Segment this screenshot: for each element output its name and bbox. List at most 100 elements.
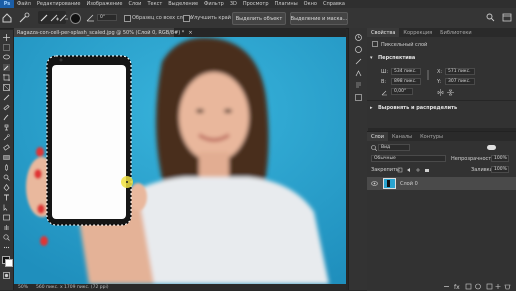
- zoom-tool-icon[interactable]: [3, 234, 10, 241]
- menu-help[interactable]: Справка: [320, 1, 348, 7]
- brush-size-icon[interactable]: [70, 13, 81, 24]
- link-icon[interactable]: [425, 70, 431, 80]
- select-and-mask-button[interactable]: Выделение и маска...: [290, 12, 348, 25]
- brush-settings-icon[interactable]: [355, 58, 362, 65]
- angle-icon: [86, 14, 94, 22]
- menu-image[interactable]: Изображение: [83, 1, 125, 7]
- enhance-edge-label: Улучшить край: [191, 15, 231, 21]
- transform-section-chevron-icon[interactable]: ▾: [370, 55, 373, 61]
- select-subject-button[interactable]: Выделить объект: [232, 12, 286, 25]
- workspace-icon[interactable]: [502, 13, 512, 22]
- width-input[interactable]: 534 пикс.: [391, 68, 421, 75]
- path-selection-tool-icon[interactable]: [3, 204, 10, 211]
- properties-tabs: Свойства Коррекция Библиотеки: [367, 28, 516, 37]
- layer-row[interactable]: Слой 0: [367, 177, 516, 190]
- y-label: Y:: [437, 79, 442, 85]
- more-tools-icon[interactable]: [3, 244, 10, 251]
- layer-type-label: Пиксельный слой: [381, 42, 428, 48]
- divider: [367, 100, 516, 101]
- home-icon[interactable]: [2, 13, 12, 23]
- hand-tool-icon[interactable]: [3, 224, 10, 231]
- status-bar: 50% 560 пикс. x 1709 пикс. (72 ppi): [14, 284, 346, 290]
- layer-actions-bar: fx: [444, 283, 511, 290]
- align-section-chevron-icon[interactable]: ▸: [370, 105, 373, 111]
- y-input[interactable]: 307 пикс.: [445, 78, 475, 85]
- visibility-eye-icon[interactable]: [371, 181, 378, 186]
- menu-window[interactable]: Окно: [301, 1, 320, 7]
- document-canvas[interactable]: [14, 37, 346, 284]
- flip-vertical-icon[interactable]: [447, 89, 454, 96]
- flip-horizontal-icon[interactable]: [437, 89, 444, 96]
- type-tool-icon[interactable]: [3, 194, 10, 201]
- gradient-tool-icon[interactable]: [3, 154, 10, 161]
- menu-3d[interactable]: 3D: [227, 1, 240, 7]
- opacity-input[interactable]: 100%: [491, 155, 509, 162]
- zoom-level[interactable]: 50%: [18, 285, 28, 290]
- tab-layers[interactable]: Слои: [367, 132, 388, 141]
- angle-input[interactable]: 0°: [97, 14, 117, 21]
- glyphs-icon[interactable]: [355, 94, 362, 101]
- lasso-tool-icon[interactable]: [3, 54, 10, 61]
- photoshop-logo[interactable]: Ps: [0, 0, 14, 8]
- background-color-swatch[interactable]: [5, 259, 13, 267]
- history-icon[interactable]: [355, 34, 362, 41]
- marquee-tool-icon[interactable]: [3, 44, 10, 51]
- x-input[interactable]: 571 пикс.: [445, 68, 475, 75]
- tab-paths[interactable]: Контуры: [416, 132, 447, 141]
- rectangle-tool-icon[interactable]: [3, 214, 10, 221]
- add-to-selection-brush-icon[interactable]: [50, 13, 59, 22]
- new-selection-brush-icon[interactable]: [40, 13, 49, 22]
- menu-select[interactable]: Выделение: [165, 1, 201, 7]
- quick-selection-tool-icon-active[interactable]: [3, 64, 10, 71]
- eraser-tool-icon[interactable]: [3, 144, 10, 151]
- transform-section-title[interactable]: Перспектива: [378, 55, 415, 61]
- menu-file[interactable]: Файл: [14, 1, 34, 7]
- healing-brush-tool-icon[interactable]: [3, 104, 10, 111]
- height-input[interactable]: 898 пикс.: [391, 78, 421, 85]
- close-tab-icon[interactable]: ×: [188, 30, 192, 36]
- fill-input[interactable]: 100%: [491, 166, 509, 173]
- blur-tool-icon[interactable]: [3, 164, 10, 171]
- panel-icon-strip: [348, 28, 368, 290]
- enhance-edge-checkbox[interactable]: [183, 15, 190, 22]
- history-brush-tool-icon[interactable]: [3, 134, 10, 141]
- layer-name[interactable]: Слой 0: [400, 181, 418, 187]
- character-icon[interactable]: [355, 70, 362, 77]
- menu-plugins[interactable]: Плагины: [272, 1, 301, 7]
- crop-tool-icon[interactable]: [3, 74, 10, 81]
- pixel-layer-icon: [372, 41, 378, 47]
- eyedropper-tool-icon[interactable]: [3, 94, 10, 101]
- width-label: Ш:: [381, 69, 389, 75]
- tab-adjustments[interactable]: Коррекция: [399, 28, 436, 37]
- brush-tool-icon[interactable]: [3, 114, 10, 121]
- move-tool-icon[interactable]: [3, 34, 10, 41]
- menu-edit[interactable]: Редактирование: [34, 1, 84, 7]
- sample-all-layers-checkbox[interactable]: [124, 15, 131, 22]
- quick-selection-tool-icon[interactable]: [18, 12, 30, 24]
- frame-tool-icon[interactable]: [3, 84, 10, 91]
- color-icon[interactable]: [355, 46, 362, 53]
- menu-filter[interactable]: Фильтр: [201, 1, 227, 7]
- blend-mode-select[interactable]: Обычные: [371, 155, 446, 162]
- align-section-title[interactable]: Выровнять и распределить: [378, 105, 457, 111]
- quick-mask-icon[interactable]: [3, 272, 10, 279]
- properties-panel: Свойства Коррекция Библиотеки Пиксельный…: [367, 28, 516, 128]
- filter-toggle-switch[interactable]: [487, 145, 496, 150]
- menu-view[interactable]: Просмотр: [240, 1, 272, 7]
- layer-filter-select[interactable]: Вид: [378, 144, 410, 151]
- lock-options-icon[interactable]: [397, 167, 431, 173]
- clone-stamp-tool-icon[interactable]: [3, 124, 10, 131]
- tab-libraries[interactable]: Библиотеки: [436, 28, 476, 37]
- search-icon[interactable]: [486, 13, 495, 22]
- subtract-from-selection-brush-icon[interactable]: [59, 13, 68, 22]
- menu-layers[interactable]: Слои: [125, 1, 144, 7]
- pen-tool-icon[interactable]: [3, 184, 10, 191]
- document-tab[interactable]: Ragazza-con-cell-per-splash_scaled.jpg @…: [14, 28, 193, 37]
- tab-channels[interactable]: Каналы: [388, 132, 416, 141]
- rotation-input[interactable]: 0,00°: [391, 88, 413, 95]
- paragraph-icon[interactable]: [355, 82, 362, 89]
- dodge-tool-icon[interactable]: [3, 174, 10, 181]
- tab-properties[interactable]: Свойства: [367, 28, 400, 37]
- opacity-label: Непрозрачность:: [451, 156, 496, 162]
- menu-type[interactable]: Текст: [144, 1, 165, 7]
